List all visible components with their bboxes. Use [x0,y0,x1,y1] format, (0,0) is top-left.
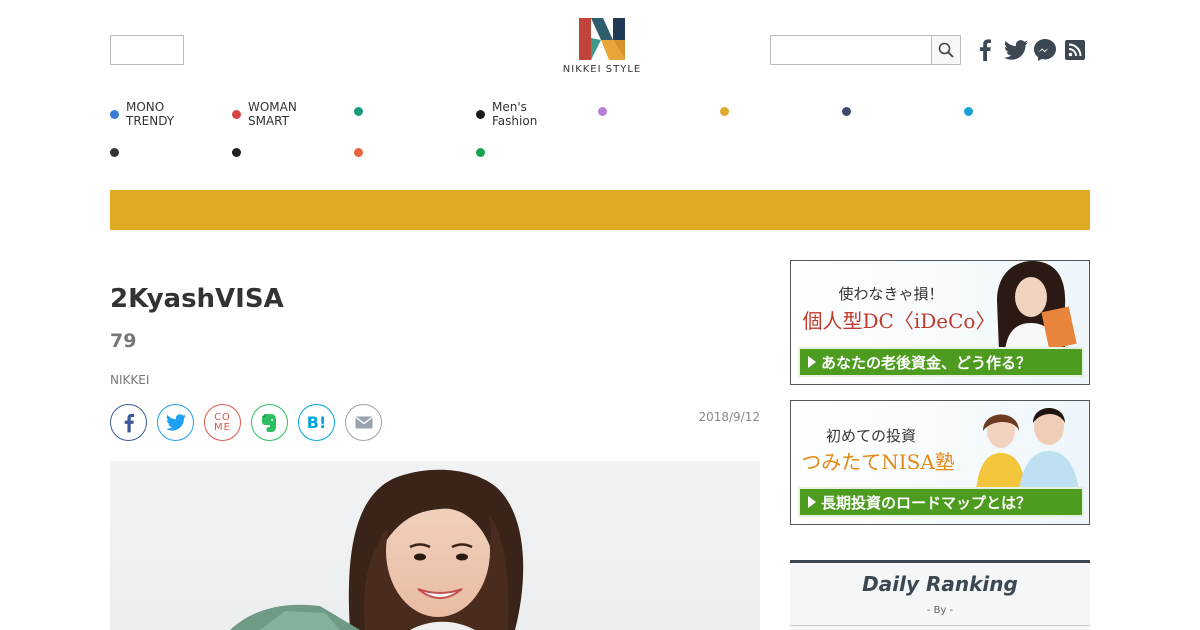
nav-dot [354,148,363,157]
messenger-icon [1034,39,1056,61]
nav-item-label: WOMAN SMART [248,100,297,128]
search-input[interactable] [771,36,932,64]
facebook-share-button[interactable] [110,404,147,441]
evernote-share-button[interactable] [251,404,288,441]
ranking-subtitle: - By - [926,605,954,616]
nav-dot [476,148,485,157]
nav-dot [232,148,241,157]
search-icon [938,42,954,58]
nav-item-6[interactable] [720,107,736,116]
nav-item-woman-smart[interactable]: WOMAN SMART [232,100,297,128]
messenger-link[interactable] [1033,38,1057,62]
article-hero-image [110,461,760,630]
woman-portrait-icon [997,261,1077,351]
hatena-label: B! [306,413,327,432]
ad-cta-label: あなたの老後資金、どう作る？ [821,353,1032,372]
ad-line2: つみたてNISA塾 [801,450,955,474]
nav-item-7[interactable] [842,107,858,116]
woman-photo-icon [230,469,524,630]
come-share-button[interactable]: CO ME [204,404,241,441]
twitter-icon [1004,40,1028,60]
nav-item-8[interactable] [964,107,980,116]
nav-item-label: MONO TRENDY [126,100,175,128]
nav-item-3[interactable] [354,107,370,116]
search-box [770,35,961,65]
promo-banner[interactable] [110,190,1090,230]
header-menu-box[interactable] [110,35,184,65]
article-date: 2018/9/12 [698,410,760,424]
nav-item-5[interactable] [598,107,614,116]
mail-share-button[interactable] [345,404,382,441]
mail-icon [355,416,372,429]
nav-dot [110,109,119,119]
hatena-share-button[interactable]: B! [298,404,335,441]
ranking-title: Daily Ranking [862,572,1018,596]
ad-line1: 初めての投資 [825,427,916,445]
nav-item-12[interactable] [476,148,492,157]
logo-text: NIKKEI STYLE [562,64,642,75]
nav-dot [720,107,729,116]
ad-line2: 個人型DC〈iDeCo〉 [802,309,996,333]
nav-dot [476,109,485,119]
nisa-ad[interactable]: 初めての投資 つみたてNISA塾 長期投資のロードマップとは？ [790,400,1090,525]
twitter-share-button[interactable] [157,404,194,441]
evernote-icon [261,413,276,432]
ad-cta-button[interactable]: あなたの老後資金、どう作る？ [798,347,1084,377]
ranking-divider [790,625,1090,626]
facebook-icon [124,413,134,432]
rss-icon [1065,40,1085,60]
twitter-link[interactable] [1004,38,1028,62]
article-subtitle: 79 [110,330,137,352]
article-source: NIKKEI [110,373,150,387]
nav-dot [842,107,851,116]
nikkei-style-logo[interactable]: NIKKEI STYLE [556,18,648,75]
facebook-icon [980,39,991,61]
nav-dot [598,107,607,116]
ideco-ad[interactable]: 使わなきゃ損！ 個人型DC〈iDeCo〉 あなたの老後資金、どう作る？ [790,260,1090,385]
article-title: 2KyashVISA [110,284,284,314]
twitter-icon [165,414,186,431]
play-icon [808,496,816,508]
play-icon [808,356,816,368]
nav-item-9[interactable] [110,148,126,157]
nav-item-10[interactable] [232,148,248,157]
rss-link[interactable] [1063,38,1087,62]
couple-portrait-icon [976,408,1079,491]
nav-dot [354,107,363,116]
nav-dot [110,148,119,157]
nav-dot [964,107,973,116]
nav-item-label: Men's Fashion [492,100,538,128]
nav-item-mono-trendy[interactable]: MONO TRENDY [110,100,174,128]
nav-item-11[interactable] [354,148,370,157]
come-label: CO ME [214,411,231,433]
ad-line1: 使わなきゃ損！ [838,285,944,303]
ad-cta-label: 長期投資のロードマップとは？ [821,493,1032,512]
search-button[interactable] [931,36,960,64]
logo-mark-icon [579,18,625,60]
facebook-link[interactable] [973,38,997,62]
nav-item-mens-fashion[interactable]: Men's Fashion [476,100,537,128]
ad-cta-button[interactable]: 長期投資のロードマップとは？ [798,487,1084,517]
nav-dot [232,109,241,119]
daily-ranking-panel: Daily Ranking - By - [790,560,1090,630]
